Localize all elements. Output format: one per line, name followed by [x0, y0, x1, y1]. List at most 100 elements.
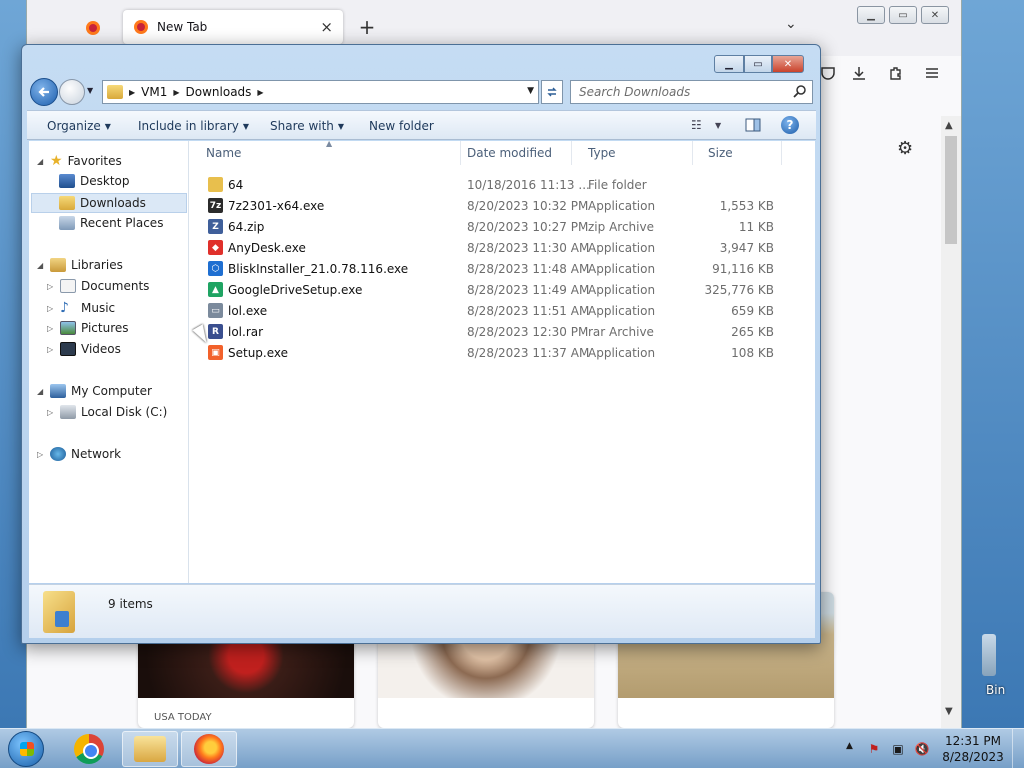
scroll-up-icon[interactable]: ▲ [945, 120, 953, 131]
action-center-flag-icon[interactable]: ⚑ [866, 741, 882, 757]
help-icon[interactable]: ? [781, 116, 799, 134]
menu-icon[interactable] [919, 60, 945, 86]
recycle-bin-icon[interactable] [982, 634, 996, 676]
tree-item-videos[interactable]: ▷ Videos [47, 342, 121, 356]
breadcrumb-downloads[interactable]: Downloads [186, 85, 252, 99]
column-header-name[interactable]: Name ▲ [189, 139, 461, 165]
breadcrumb-vm1[interactable]: VM1 [141, 85, 167, 99]
file-row[interactable]: ▣ Setup.exe 8/28/2023 11:37 AM Application 1… [189, 342, 789, 363]
new-tab-button[interactable]: + [355, 14, 379, 40]
taskbar-explorer[interactable] [122, 731, 178, 767]
collapsed-triangle-icon[interactable]: ▷ [47, 408, 55, 417]
file-row[interactable]: ◆ AnyDesk.exe 8/28/2023 11:30 AM Applicatio… [189, 237, 789, 258]
file-row[interactable]: Z 64.zip 8/20/2023 10:27 PM zip Archive 11 K… [189, 216, 789, 237]
maximize-icon[interactable]: ▭ [744, 55, 772, 73]
tree-label: Pictures [81, 321, 129, 335]
firefox-view-tab[interactable] [77, 14, 109, 42]
address-dropdown-icon[interactable]: ▼ [527, 86, 534, 96]
close-tab-icon[interactable]: × [320, 18, 333, 36]
search-box[interactable] [570, 80, 813, 104]
tree-item-network[interactable]: ▷ Network [37, 447, 121, 461]
tree-item-my-computer[interactable]: ◢ My Computer [37, 384, 152, 398]
forward-button[interactable] [59, 79, 85, 105]
tree-label: Network [71, 447, 122, 461]
explorer-window[interactable]: ▁ ▭ ✕ ▼ ▶ VM1 ▶ Downloads ▶ ▼ Organize [21, 44, 821, 644]
file-row[interactable]: 64 10/18/2016 11:13 ... File folder [189, 174, 789, 195]
organize-label: Organize [47, 119, 101, 133]
collapsed-triangle-icon[interactable]: ▷ [47, 304, 55, 313]
recent-pages-dropdown-icon[interactable]: ▼ [87, 86, 93, 95]
tree-item-local-disk[interactable]: ▷ Local Disk (C:) [47, 405, 167, 419]
tree-item-music[interactable]: ▷ ♪ Music [47, 300, 115, 316]
volume-muted-icon[interactable]: 🔇 [914, 741, 930, 757]
address-bar[interactable]: ▶ VM1 ▶ Downloads ▶ ▼ [102, 80, 539, 104]
taskbar-chrome[interactable] [61, 731, 117, 767]
view-options-dropdown-icon[interactable]: ▼ [715, 121, 721, 130]
minimize-icon[interactable]: ▁ [714, 55, 744, 73]
tree-item-pictures[interactable]: ▷ Pictures [47, 321, 129, 335]
tree-label: Desktop [80, 174, 130, 188]
column-header-size[interactable]: Size [692, 141, 782, 165]
search-input[interactable] [579, 85, 812, 99]
collapsed-triangle-icon[interactable]: ▷ [47, 345, 55, 354]
chevron-right-icon[interactable]: ▶ [129, 88, 135, 97]
tree-item-recent-places[interactable]: Recent Places [59, 216, 163, 230]
file-date-modified: 8/28/2023 11:37 AM [467, 346, 590, 360]
organize-button[interactable]: Organize ▼ [47, 119, 111, 133]
list-all-tabs-button[interactable]: ⌄ [785, 16, 797, 32]
system-clock[interactable]: 12:31 PM 8/28/2023 [940, 733, 1006, 765]
collapsed-triangle-icon[interactable]: ▷ [47, 282, 55, 291]
expanded-triangle-icon[interactable]: ◢ [37, 261, 45, 270]
maximize-icon[interactable]: ▭ [889, 6, 917, 24]
file-row[interactable]: ▭ lol.exe 8/28/2023 11:51 AM Application 659… [189, 300, 789, 321]
taskbar-firefox[interactable] [181, 731, 237, 767]
file-row[interactable]: ⬡ BliskInstaller_21.0.78.116.exe 8/28/2023… [189, 258, 789, 279]
chevron-right-icon[interactable]: ▶ [173, 88, 179, 97]
gear-icon[interactable]: ⚙ [897, 138, 913, 159]
tree-item-downloads[interactable]: Downloads [31, 193, 187, 213]
show-desktop-button[interactable] [1012, 729, 1024, 768]
google-drive-icon: ▲ [208, 282, 223, 297]
share-with-button[interactable]: Share with ▼ [270, 119, 344, 133]
column-header-type[interactable]: Type [572, 141, 693, 165]
preview-pane-icon[interactable] [745, 118, 761, 135]
tab-new-tab[interactable]: New Tab × [123, 10, 343, 44]
tree-item-libraries[interactable]: ◢ Libraries [37, 258, 123, 272]
refresh-button[interactable] [541, 80, 563, 104]
download-icon[interactable] [846, 60, 872, 86]
collapsed-triangle-icon[interactable]: ▷ [47, 324, 55, 333]
collapsed-triangle-icon[interactable]: ▷ [37, 450, 45, 459]
close-icon[interactable]: ✕ [772, 55, 804, 73]
scrollbar-thumb[interactable] [945, 136, 957, 244]
tree-item-documents[interactable]: ▷ Documents [47, 279, 149, 293]
minimize-icon[interactable]: ▁ [857, 6, 885, 24]
extensions-icon[interactable] [883, 60, 909, 86]
change-view-icon[interactable]: ☷ [691, 118, 702, 132]
scroll-down-icon[interactable]: ▼ [945, 706, 953, 717]
page-scrollbar[interactable]: ▲ ▼ [941, 116, 961, 728]
close-icon[interactable]: ✕ [921, 6, 949, 24]
show-hidden-icons-icon[interactable]: ▲ [846, 741, 853, 751]
chevron-down-icon: ▼ [337, 122, 345, 131]
file-row[interactable]: Rlol.rar 8/28/2023 12:30 PM rar Archive 265… [189, 321, 789, 342]
network-tray-icon[interactable]: ▣ [890, 741, 906, 757]
back-button[interactable] [30, 78, 58, 106]
tree-item-favorites[interactable]: ◢ ★ Favorites [37, 153, 122, 169]
file-row[interactable]: ▲ GoogleDriveSetup.exe 8/28/2023 11:49 AM A… [189, 279, 789, 300]
file-row[interactable]: 7z 7z2301-x64.exe 8/20/2023 10:32 PM Applic… [189, 195, 789, 216]
file-type: Application [588, 304, 656, 318]
chevron-right-icon[interactable]: ▶ [257, 88, 263, 97]
expanded-triangle-icon[interactable]: ◢ [37, 157, 45, 166]
start-button[interactable] [8, 731, 44, 767]
search-icon[interactable] [793, 85, 806, 101]
navigation-pane: ◢ ★ Favorites Desktop Downloads Recent P… [29, 141, 189, 583]
tree-label: Music [81, 301, 116, 315]
file-name: lol.exe [228, 304, 268, 318]
include-in-library-button[interactable]: Include in library ▼ [138, 119, 249, 133]
new-folder-button[interactable]: New folder [369, 119, 434, 133]
column-header-date-modified[interactable]: Date modified [451, 141, 572, 165]
recycle-bin-label[interactable]: Bin [986, 683, 1005, 697]
tree-item-desktop[interactable]: Desktop [59, 174, 130, 188]
expanded-triangle-icon[interactable]: ◢ [37, 387, 45, 396]
file-type: Application [588, 241, 656, 255]
